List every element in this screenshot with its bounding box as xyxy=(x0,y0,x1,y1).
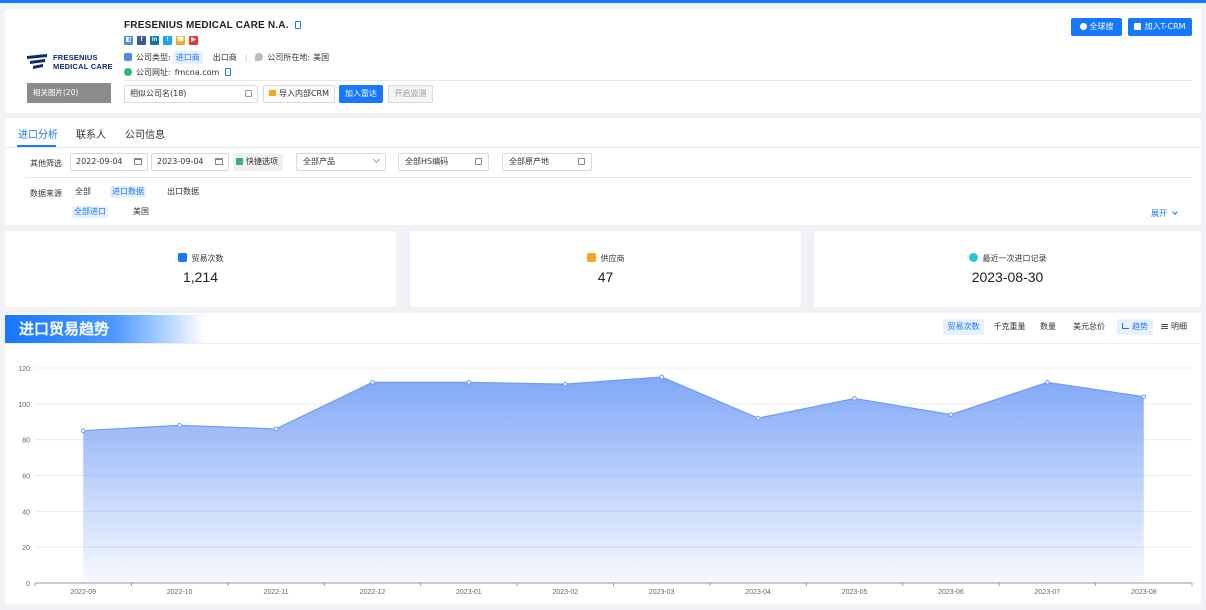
x-tick-label: 2023-05 xyxy=(842,589,868,596)
data-point xyxy=(852,396,857,401)
data-point xyxy=(659,374,665,380)
x-tick-label: 2022-11 xyxy=(263,589,288,596)
series-area xyxy=(83,376,1144,583)
data-point xyxy=(1045,380,1050,385)
x-tick-label: 2023-03 xyxy=(649,589,675,596)
x-tick-label: 2023-01 xyxy=(456,589,482,596)
y-tick-label: 80 xyxy=(22,438,30,445)
data-point xyxy=(948,412,954,417)
x-tick-label: 2023-06 xyxy=(938,589,964,596)
y-tick-label: 40 xyxy=(22,509,30,516)
x-tick-label: 2023-02 xyxy=(552,589,578,596)
x-tick-label: 2022-09 xyxy=(70,589,96,596)
data-point xyxy=(466,380,472,385)
x-tick-label: 2022-12 xyxy=(360,589,386,596)
x-tick-label: 2023-07 xyxy=(1035,589,1061,596)
data-point xyxy=(1141,394,1147,399)
y-tick-label: 100 xyxy=(18,402,30,409)
data-point xyxy=(273,426,279,432)
x-tick-label: 2023-04 xyxy=(745,589,771,596)
y-tick-label: 0 xyxy=(26,581,30,588)
trend-chart: 0 20 40 60 80 100 120 2022-09 2022-10 2022-11 2022… xyxy=(18,366,1193,596)
y-tick-label: 120 xyxy=(18,366,30,373)
data-point xyxy=(562,381,568,387)
y-tick-label: 20 xyxy=(22,545,30,552)
x-tick-label: 2023-08 xyxy=(1131,589,1157,596)
data-point xyxy=(755,415,761,421)
x-tick-label: 2022-10 xyxy=(167,589,193,596)
y-tick-label: 60 xyxy=(22,474,30,481)
data-point xyxy=(177,423,182,428)
data-point xyxy=(370,380,375,385)
data-point xyxy=(80,428,86,434)
